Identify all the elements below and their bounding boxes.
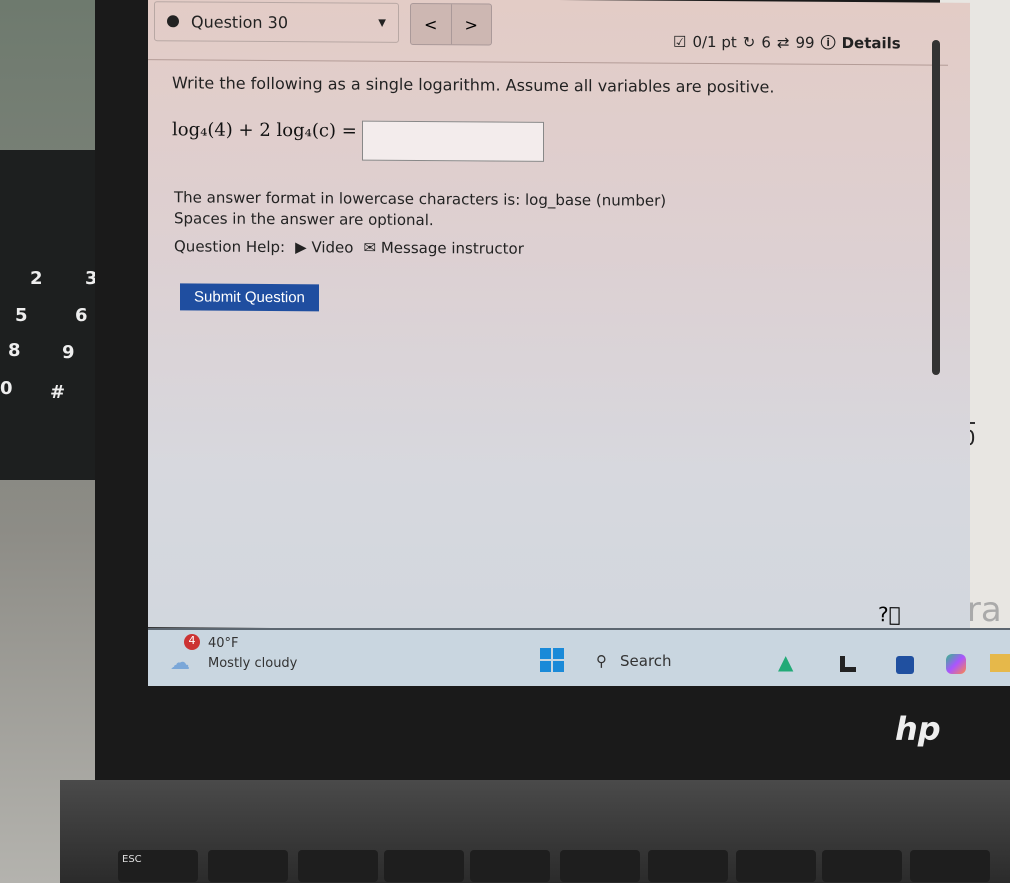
function-key[interactable] (648, 850, 728, 882)
question-page: Question 30 ▼ < > ☑ 0/1 pt ↻ 6 ⇄ 99 ⓘ Details… (148, 0, 970, 633)
retries: 6 (761, 32, 771, 51)
desk-phone: 2 3 5 6 8 9 0 # (0, 150, 108, 480)
question-help: Question Help: ▶ Video ✉ Message instruc… (174, 237, 524, 257)
store-icon[interactable] (896, 656, 914, 674)
search-box[interactable]: Search (620, 652, 672, 670)
function-key[interactable] (736, 850, 816, 882)
question-select[interactable]: Question 30 ▼ (154, 1, 399, 43)
scrollbar[interactable] (932, 40, 940, 375)
phone-key: 8 (8, 340, 21, 361)
function-key[interactable] (560, 850, 640, 882)
folder-icon[interactable] (990, 654, 1010, 672)
phone-key: 2 (30, 268, 43, 289)
question-prompt: Write the following as a single logarith… (172, 73, 775, 97)
hp-logo: hp (895, 710, 941, 748)
mail-icon: ✉ (363, 238, 377, 257)
status-dot-icon (167, 15, 179, 28)
function-key[interactable] (822, 850, 902, 882)
message-link[interactable]: ✉ Message instructor (363, 239, 523, 258)
function-key[interactable] (208, 850, 288, 882)
esc-key[interactable]: ESC (118, 850, 198, 882)
help-bubble-icon[interactable]: ?⃝ (878, 602, 901, 626)
format-line: Spaces in the answer are optional. (174, 209, 434, 230)
next-button[interactable]: > (452, 4, 492, 44)
weather-badge: 4 (184, 634, 200, 650)
phone-key: 9 (62, 342, 75, 363)
phone-key: # (50, 382, 66, 403)
divider (148, 59, 948, 66)
attempts-icon: ⇄ (776, 33, 790, 52)
search-icon[interactable]: ⚲ (596, 652, 607, 670)
details-link[interactable]: Details (842, 33, 901, 51)
math-expression: log₄(4) + 2 log₄(c) = (172, 119, 357, 142)
function-key[interactable] (384, 850, 464, 882)
help-label: Question Help: (174, 237, 286, 257)
tree-app-icon[interactable]: ▲ (778, 650, 793, 674)
weather-text[interactable]: Mostly cloudy (208, 656, 297, 671)
app-icon[interactable] (840, 656, 856, 672)
phone-key: 0 (0, 378, 13, 399)
info-icon: ⓘ (820, 33, 836, 52)
message-label: Message instructor (380, 238, 524, 258)
score-stats: ☑ 0/1 pt ↻ 6 ⇄ 99 ⓘ Details (673, 31, 901, 54)
function-key[interactable] (910, 850, 990, 882)
temperature[interactable]: 40°F (208, 636, 239, 651)
video-link[interactable]: ▶ Video (295, 238, 353, 256)
copilot-icon[interactable] (946, 654, 966, 674)
windows-start-icon[interactable] (540, 648, 564, 672)
answer-input[interactable] (362, 120, 544, 162)
submit-question-button[interactable]: Submit Question (180, 283, 319, 312)
phone-key: 5 (15, 305, 28, 326)
function-key[interactable] (470, 850, 550, 882)
score: 0/1 pt (692, 32, 737, 51)
function-key[interactable] (298, 850, 378, 882)
checkbox-icon: ☑ (673, 32, 687, 51)
video-label: Video (311, 238, 354, 257)
video-icon: ▶ (295, 238, 307, 257)
phone-key: 6 (75, 305, 88, 326)
attempts: 99 (795, 33, 815, 52)
question-nav: < > (410, 2, 492, 46)
taskbar: 4 ☁ 40°F Mostly cloudy ⚲ Search ▲ (148, 628, 1010, 686)
prev-button[interactable]: < (411, 3, 452, 45)
cloud-icon: ☁ (170, 650, 190, 674)
format-instructions: The answer format in lowercase character… (174, 187, 666, 232)
retry-icon: ↻ (742, 32, 756, 51)
caret-down-icon: ▼ (378, 17, 386, 29)
question-label: Question 30 (191, 11, 289, 32)
